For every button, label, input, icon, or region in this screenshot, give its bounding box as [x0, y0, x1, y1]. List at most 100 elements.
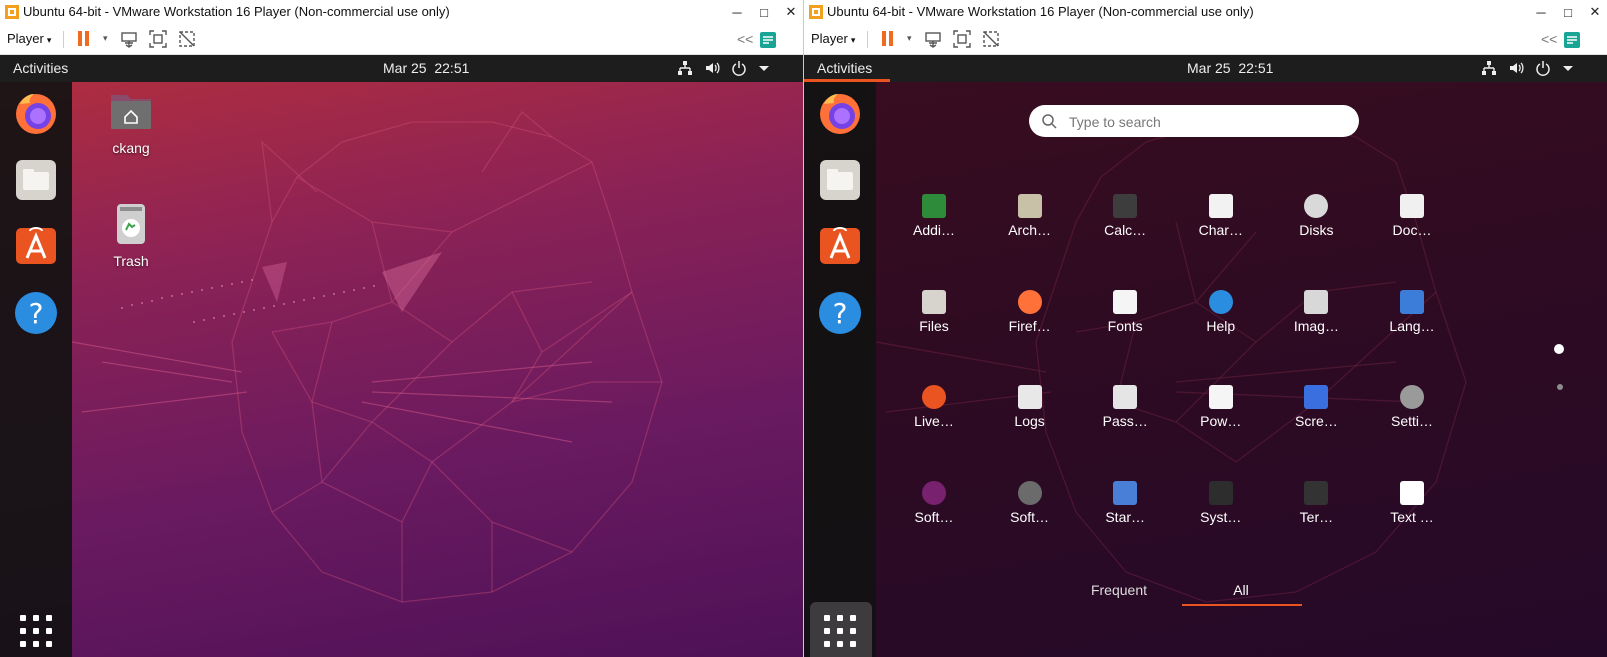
app-tile[interactable]: Text …	[1372, 472, 1452, 544]
page-indicator[interactable]	[1557, 384, 1563, 390]
minimize-button[interactable]: ─	[1531, 2, 1551, 22]
activities-button[interactable]: Activities	[817, 60, 872, 76]
pause-icon[interactable]	[878, 29, 898, 49]
player-menu[interactable]: Player ▾	[7, 31, 51, 46]
chevron-down-icon[interactable]: ▾	[103, 33, 108, 44]
app-tile[interactable]: Soft…	[894, 472, 974, 544]
app-tile[interactable]: Logs	[990, 376, 1070, 448]
page-indicator-active[interactable]	[1554, 344, 1564, 354]
power-icon[interactable]	[731, 60, 747, 76]
files-icon	[922, 289, 946, 314]
search-box[interactable]	[1029, 105, 1359, 137]
tab-all-indicator	[1182, 604, 1302, 606]
network-icon[interactable]	[677, 60, 693, 76]
software-updater-icon	[922, 480, 946, 505]
software-icon[interactable]	[816, 222, 864, 270]
wallpaper-cat-art	[876, 121, 1467, 603]
app-tile[interactable]: Imag…	[1276, 281, 1356, 353]
app-tile[interactable]: Firef…	[990, 281, 1070, 353]
app-tile[interactable]: Pow…	[1181, 376, 1261, 448]
fullscreen-icon[interactable]	[148, 29, 168, 49]
help-icon[interactable]: ?	[12, 289, 60, 337]
search-icon	[1042, 114, 1057, 129]
app-tile[interactable]: Char…	[1181, 185, 1261, 257]
wallpaper-cat-art	[72, 111, 663, 603]
power-icon[interactable]	[1535, 60, 1551, 76]
app-label: Logs	[1014, 413, 1045, 430]
chevron-down-icon[interactable]	[1560, 60, 1576, 76]
activities-button[interactable]: Activities	[13, 60, 68, 76]
app-tile[interactable]: Soft…	[990, 472, 1070, 544]
app-tile[interactable]: Calc…	[1085, 185, 1165, 257]
app-label: Scre…	[1294, 413, 1338, 430]
tab-all[interactable]: All	[1196, 582, 1286, 598]
firefox-icon	[1017, 289, 1042, 314]
window-titlebar[interactable]: Ubuntu 64-bit - VMware Workstation 16 Pl…	[0, 0, 803, 24]
search-input[interactable]	[1067, 111, 1351, 133]
fullscreen-icon[interactable]	[952, 29, 972, 49]
app-tile[interactable]: Arch…	[990, 185, 1070, 257]
app-tile[interactable]: Fonts	[1085, 281, 1165, 353]
settings-icon	[1400, 385, 1424, 410]
help-icon[interactable]: ?	[816, 289, 864, 337]
app-label: Char…	[1198, 222, 1243, 238]
maximize-button[interactable]: □	[1558, 2, 1578, 22]
network-icon[interactable]	[1481, 60, 1497, 76]
clock[interactable]: Mar 25 22:51	[1187, 60, 1273, 76]
show-applications-button[interactable]	[810, 602, 872, 657]
app-tile[interactable]: Ter…	[1276, 472, 1356, 544]
tab-frequent[interactable]: Frequent	[1074, 582, 1164, 598]
app-tile[interactable]: Lang…	[1372, 281, 1452, 353]
collapse-toolbar-button[interactable]: <<	[737, 31, 753, 47]
notes-icon[interactable]	[758, 30, 778, 50]
close-button[interactable]: ✕	[1585, 2, 1605, 22]
send-ctrl-alt-del-icon[interactable]	[119, 29, 139, 49]
app-tile[interactable]: Files	[894, 281, 974, 353]
desktop-icon-home[interactable]: ckang	[81, 87, 181, 156]
app-tile[interactable]: Live…	[894, 376, 974, 448]
app-tile[interactable]: Scre…	[1276, 376, 1356, 448]
pause-icon[interactable]	[74, 29, 94, 49]
chevron-down-icon[interactable]: ▾	[907, 33, 912, 44]
image-viewer-icon	[1304, 289, 1329, 314]
window-titlebar[interactable]: Ubuntu 64-bit - VMware Workstation 16 Pl…	[804, 0, 1607, 24]
unity-mode-icon[interactable]	[177, 29, 197, 49]
window-title: Ubuntu 64-bit - VMware Workstation 16 Pl…	[23, 4, 450, 19]
grid-icon	[824, 615, 858, 649]
desktop-icon-trash[interactable]: Trash	[81, 200, 181, 269]
app-tile[interactable]: Addi…	[894, 185, 974, 257]
collapse-toolbar-button[interactable]: <<	[1541, 31, 1557, 47]
software-icon[interactable]	[12, 222, 60, 270]
app-tile[interactable]: Setti…	[1372, 376, 1452, 448]
notes-icon[interactable]	[1562, 30, 1582, 50]
player-menu[interactable]: Player ▾	[811, 31, 855, 46]
player-menu-label: Player	[7, 31, 44, 46]
chevron-down-icon: ▾	[46, 35, 52, 45]
app-tile[interactable]: Doc…	[1372, 185, 1452, 257]
volume-icon[interactable]	[704, 60, 720, 76]
minimize-button[interactable]: ─	[727, 2, 747, 22]
firefox-icon[interactable]	[12, 90, 60, 138]
vmware-toolbar: Player ▾ ▾ <<	[804, 24, 1607, 55]
app-label: Firef…	[1008, 317, 1051, 334]
app-tile[interactable]: Syst…	[1181, 472, 1261, 544]
app-tile[interactable]: Disks	[1276, 185, 1356, 257]
files-icon[interactable]	[816, 156, 864, 204]
send-ctrl-alt-del-icon[interactable]	[923, 29, 943, 49]
toolbar-divider	[867, 31, 868, 48]
volume-icon[interactable]	[1508, 60, 1524, 76]
firefox-icon[interactable]	[816, 90, 864, 138]
clock[interactable]: Mar 25 22:51	[383, 60, 469, 76]
files-icon[interactable]	[12, 156, 60, 204]
power-statistics-icon	[1208, 385, 1233, 410]
app-tile[interactable]: Star…	[1085, 472, 1165, 544]
chevron-down-icon[interactable]	[756, 60, 772, 76]
show-applications-button[interactable]	[6, 602, 68, 657]
app-tile[interactable]: Help	[1181, 281, 1261, 353]
clock-date: Mar 25	[1187, 60, 1231, 76]
unity-mode-icon[interactable]	[981, 29, 1001, 49]
maximize-button[interactable]: □	[754, 2, 774, 22]
svg-text:?: ?	[833, 297, 848, 330]
close-button[interactable]: ✕	[781, 2, 801, 22]
app-tile[interactable]: Pass…	[1085, 376, 1165, 448]
